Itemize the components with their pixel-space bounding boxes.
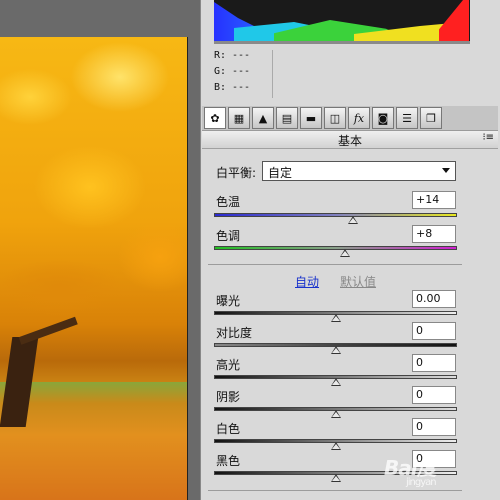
lens-icon: ◫ [329, 111, 341, 125]
tint-label: 色调 [216, 229, 241, 243]
snapshots-icon: ❐ [426, 111, 436, 125]
readout-r-row: R: --- [214, 50, 470, 66]
tab-presets[interactable]: ☰ [396, 107, 418, 129]
readout-divider [272, 50, 273, 98]
tint-input[interactable]: +8 [412, 225, 456, 243]
photo-preview[interactable] [0, 37, 188, 500]
tint-slider-thumb[interactable] [340, 249, 351, 257]
whites-input[interactable]: 0 [412, 418, 456, 436]
section-divider-bottom [208, 490, 462, 491]
contrast-input[interactable]: 0 [412, 322, 456, 340]
section-divider [208, 264, 462, 265]
hsl-icon: ▤ [281, 111, 293, 125]
temperature-slider-track[interactable] [214, 213, 457, 217]
camera-icon: ◙ [377, 111, 389, 125]
photo-tree-branch [18, 316, 78, 345]
readout-b-row: B: --- [214, 82, 470, 98]
tab-hsl[interactable]: ▤ [276, 107, 298, 129]
panel-title: 基本 [337, 134, 362, 148]
tab-split-toning[interactable]: ▬ [300, 107, 322, 129]
readout-b-label: B: [214, 82, 227, 93]
tone-curve-icon: ▦ [233, 111, 245, 125]
readout-g-label: G: [214, 66, 227, 77]
histogram-red-channel [439, 0, 469, 42]
contrast-label: 对比度 [216, 326, 253, 340]
shadows-slider-thumb[interactable] [330, 410, 341, 418]
readout-g-value: --- [232, 66, 251, 77]
auto-link[interactable]: 自动 [295, 273, 319, 290]
tab-detail[interactable]: ▲ [252, 107, 274, 129]
presets-icon: ☰ [402, 111, 412, 125]
split-toning-icon: ▬ [305, 111, 317, 125]
temperature-input[interactable]: +14 [412, 191, 456, 209]
whites-label: 白色 [216, 422, 241, 436]
tab-snapshots[interactable]: ❐ [420, 107, 442, 129]
readout-b-value: --- [232, 82, 251, 93]
panel-header: 基本 ⁝≡ [202, 131, 498, 149]
histogram-baseline [214, 41, 470, 44]
shadows-input[interactable]: 0 [412, 386, 456, 404]
histogram [214, 0, 470, 44]
blacks-slider-thumb[interactable] [330, 474, 341, 482]
exposure-label: 曝光 [216, 294, 241, 308]
panel-menu-icon[interactable]: ⁝≡ [482, 132, 494, 143]
highlights-slider-thumb[interactable] [330, 378, 341, 386]
default-link[interactable]: 默认值 [340, 273, 376, 290]
whites-slider-thumb[interactable] [330, 442, 341, 450]
blacks-label: 黑色 [216, 454, 241, 468]
chevron-down-icon [442, 168, 450, 173]
image-canvas[interactable] [0, 0, 200, 500]
tab-lens[interactable]: ◫ [324, 107, 346, 129]
tab-camera-calibration[interactable]: ◙ [372, 107, 394, 129]
tab-tone-curve[interactable]: ▦ [228, 107, 250, 129]
tab-basic[interactable]: ✿ [204, 107, 226, 129]
highlights-label: 高光 [216, 358, 241, 372]
exposure-slider-thumb[interactable] [330, 314, 341, 322]
readout-r-label: R: [214, 50, 227, 61]
tint-slider-track[interactable] [214, 246, 457, 250]
tab-effects[interactable]: fx [348, 107, 370, 129]
exposure-input[interactable]: 0.00 [412, 290, 456, 308]
temperature-slider-thumb[interactable] [347, 216, 358, 224]
readout-r-value: --- [232, 50, 251, 61]
watermark-logo: Bai度 jingyan [384, 452, 437, 488]
shadows-label: 阴影 [216, 390, 241, 404]
readout-g-row: G: --- [214, 66, 470, 82]
fx-icon: fx [353, 111, 365, 125]
temperature-label: 色温 [216, 195, 241, 209]
detail-icon: ▲ [258, 111, 268, 125]
highlights-input[interactable]: 0 [412, 354, 456, 372]
white-balance-select[interactable]: 自定 [262, 161, 456, 181]
panel-tab-bar: ✿ ▦ ▲ ▤ ▬ ◫ fx ◙ ☰ ❐ [202, 106, 498, 131]
white-balance-label: 白平衡: [216, 166, 257, 180]
contrast-slider-thumb[interactable] [330, 346, 341, 354]
aperture-icon: ✿ [210, 111, 220, 125]
rgb-readout: R: --- G: --- B: --- [214, 50, 470, 100]
white-balance-value: 自定 [268, 166, 293, 180]
